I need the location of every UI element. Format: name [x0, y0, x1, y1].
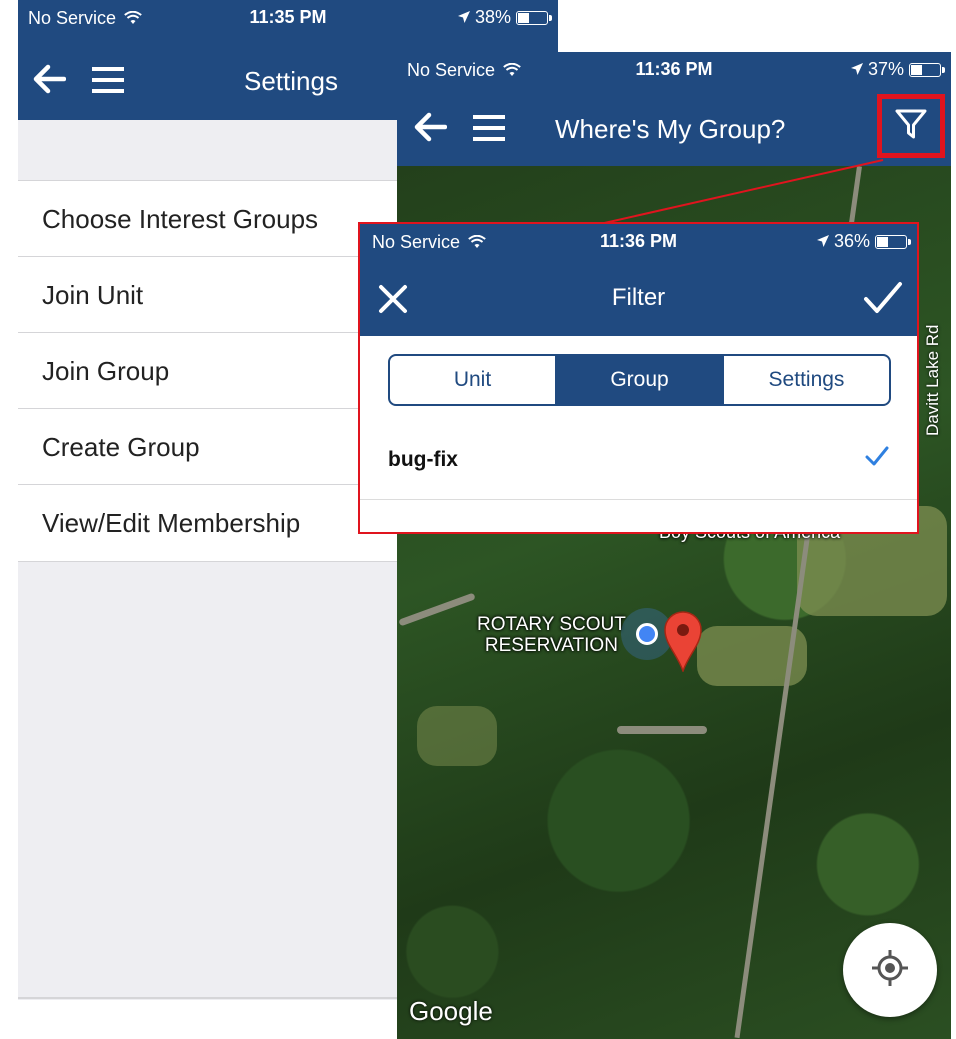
- list-item[interactable]: bug-fix: [360, 420, 917, 500]
- checkmark-icon: [865, 446, 889, 471]
- location-arrow-icon: [457, 7, 470, 28]
- map-pin-icon[interactable]: [663, 610, 703, 677]
- my-location-button[interactable]: [843, 923, 937, 1017]
- filter-title: Filter: [611, 284, 666, 311]
- battery-percent: 37%: [867, 59, 904, 79]
- battery-icon: [516, 10, 552, 25]
- location-arrow-icon: [850, 59, 863, 80]
- location-arrow-icon: [816, 231, 829, 252]
- battery-icon: [875, 234, 911, 249]
- tab-group[interactable]: Group: [557, 356, 724, 404]
- crosshair-icon: [870, 948, 910, 993]
- back-arrow-icon[interactable]: [32, 64, 67, 99]
- filter-funnel-icon: [894, 107, 928, 146]
- tab-unit[interactable]: Unit: [390, 356, 557, 404]
- map-topbar: No Service 11:36 PM 37% Where's My Group…: [397, 52, 951, 166]
- page-title: Settings: [244, 66, 338, 96]
- status-bar: No Service 11:36 PM 36%: [360, 224, 917, 260]
- road-label: Davitt Lake Rd: [923, 324, 942, 437]
- battery-percent: 38%: [474, 7, 511, 27]
- battery-percent: 36%: [833, 231, 870, 251]
- group-name: bug-fix: [388, 447, 458, 471]
- status-bar: No Service 11:35 PM 38%: [18, 0, 558, 36]
- google-logo: Google: [409, 996, 493, 1026]
- filter-button[interactable]: [877, 94, 945, 158]
- back-arrow-icon[interactable]: [413, 112, 448, 147]
- map-screen: No Service 11:36 PM 37% Where's My Group…: [397, 52, 951, 1039]
- filter-screen: No Service 11:36 PM 36% Filter Unit Grou…: [358, 222, 919, 534]
- menu-icon[interactable]: [92, 66, 124, 99]
- user-location-dot: [636, 623, 658, 645]
- menu-icon[interactable]: [473, 114, 505, 147]
- filter-topbar: No Service 11:36 PM 36% Filter: [360, 224, 917, 336]
- page-title: Where's My Group?: [555, 114, 786, 144]
- filter-segmented-control: Unit Group Settings: [388, 354, 891, 406]
- battery-icon: [909, 62, 945, 77]
- status-bar: No Service 11:36 PM 37%: [397, 52, 951, 88]
- tab-settings[interactable]: Settings: [724, 356, 889, 404]
- confirm-check-icon[interactable]: [863, 280, 903, 321]
- reservation-label: ROTARY SCOUT RESERVATION: [477, 614, 626, 656]
